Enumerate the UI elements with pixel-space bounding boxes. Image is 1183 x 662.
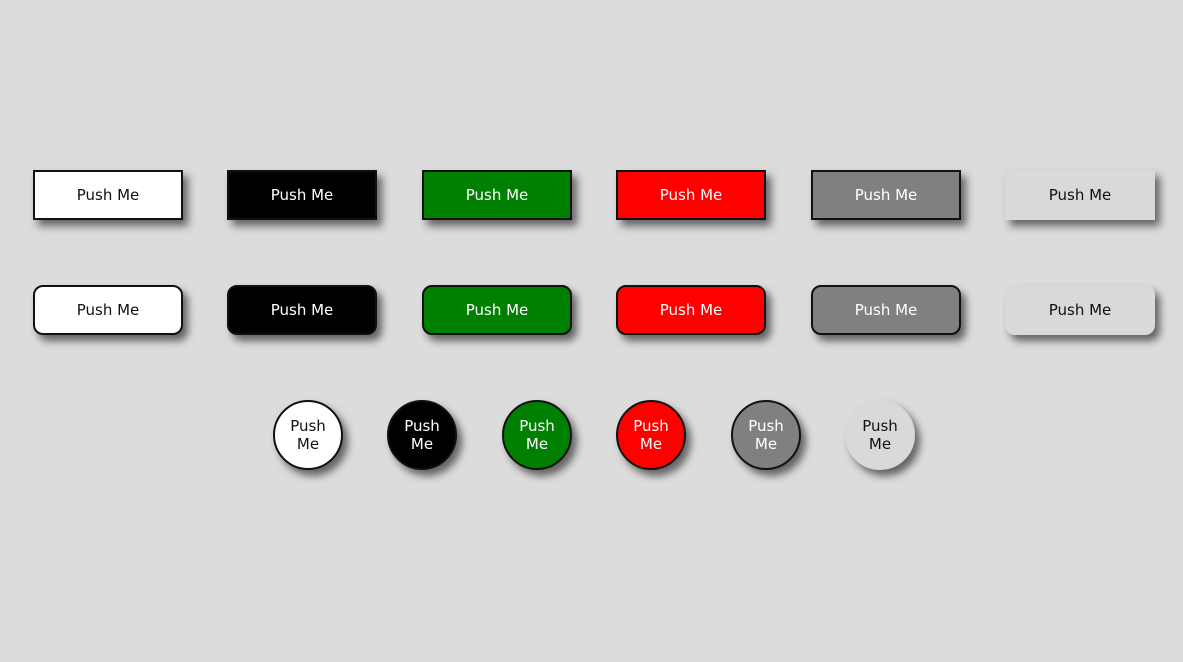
red-circle-button[interactable]: Push Me — [616, 400, 686, 470]
black-square-button[interactable]: Push Me — [227, 170, 377, 220]
gray-circle-button[interactable]: Push Me — [731, 400, 801, 470]
light-gray-square-button[interactable]: Push Me — [1005, 170, 1155, 220]
white-rounded-button[interactable]: Push Me — [33, 285, 183, 335]
white-square-button[interactable]: Push Me — [33, 170, 183, 220]
gray-square-button[interactable]: Push Me — [811, 170, 961, 220]
red-rounded-button[interactable]: Push Me — [616, 285, 766, 335]
light-gray-rounded-button[interactable]: Push Me — [1005, 285, 1155, 335]
white-circle-button[interactable]: Push Me — [273, 400, 343, 470]
green-rounded-button[interactable]: Push Me — [422, 285, 572, 335]
red-square-button[interactable]: Push Me — [616, 170, 766, 220]
gray-rounded-button[interactable]: Push Me — [811, 285, 961, 335]
light-gray-circle-button[interactable]: Push Me — [845, 400, 915, 470]
green-circle-button[interactable]: Push Me — [502, 400, 572, 470]
green-square-button[interactable]: Push Me — [422, 170, 572, 220]
black-circle-button[interactable]: Push Me — [387, 400, 457, 470]
black-rounded-button[interactable]: Push Me — [227, 285, 377, 335]
